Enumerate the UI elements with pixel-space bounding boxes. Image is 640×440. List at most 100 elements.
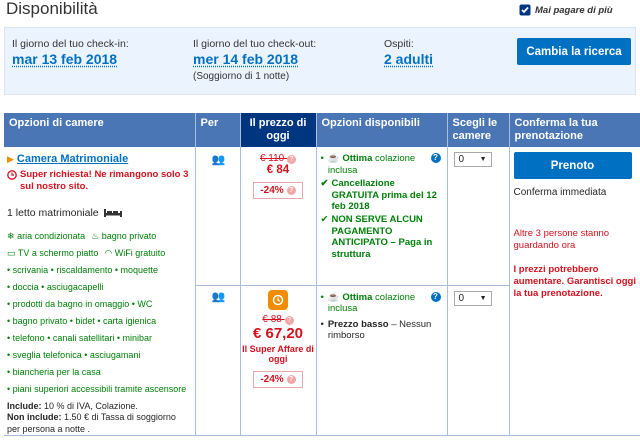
- room-select-cell: 0 ▼: [447, 285, 510, 436]
- table-row: ▶ Camera Matrimoniale Super richiesta! N…: [4, 147, 640, 436]
- tv-icon: ▭: [7, 248, 16, 259]
- col-header-room-options: Opzioni di camere: [4, 113, 196, 148]
- checkout-label: Il giorno del tuo check-out:: [193, 38, 317, 50]
- amenity-item: piani superiori accessibili tramite asce…: [12, 384, 187, 395]
- book-now-button[interactable]: Prenoto: [513, 152, 632, 180]
- amenity-item: bagno privato: [12, 316, 68, 327]
- page-title: Disponibilità: [6, 0, 98, 18]
- col-header-confirm-booking: Conferma la tua prenotazione: [509, 113, 640, 148]
- price-increase-warning: I prezzi potrebbero aumentare. Garantisc…: [513, 264, 636, 299]
- low-price-bold: Prezzo basso: [327, 318, 389, 330]
- checkin-label: Il giorno del tuo check-in:: [12, 38, 129, 50]
- room-quantity-select[interactable]: 0 ▼: [453, 290, 492, 306]
- amenity-row: • piani superiori accessibili tramite as…: [7, 381, 191, 398]
- not-include-label: Non include:: [7, 412, 62, 423]
- discount-badge: -24%?: [253, 182, 303, 200]
- smart-deal-icon: [268, 289, 288, 310]
- breakfast-rest: colazione inclusa: [327, 153, 416, 176]
- info-icon[interactable]: ?: [430, 291, 441, 302]
- room-description-cell: ▶ Camera Matrimoniale Super richiesta! N…: [4, 147, 196, 436]
- old-price-value: € 88: [262, 313, 282, 325]
- col-header-per: Per: [195, 113, 241, 148]
- include-label: Include:: [7, 401, 42, 412]
- amenity-item: sveglia telefonica: [12, 350, 82, 361]
- super-deal-label: Il Super Affare di oggi: [242, 343, 314, 365]
- bed-type: 1 letto matrimoniale: [7, 207, 99, 220]
- bullet-icon: •: [38, 282, 47, 293]
- amenity-row: • biancheria per la casa: [7, 364, 191, 381]
- options-cell: ? • ☕ Ottima colazione inclusa • Prezzo …: [316, 285, 448, 436]
- two-guests-icon: 👥: [211, 154, 226, 167]
- change-search-button[interactable]: Cambia la ricerca: [517, 38, 631, 65]
- rooms-table: Opzioni di camere Per Il prezzo di oggi …: [4, 113, 640, 436]
- never-pay-more-label: Mai pagare di più: [535, 4, 613, 16]
- facilities-row: ▭ TV a schermo piatto ◠ WiFi gratuito: [7, 245, 191, 262]
- facility-label: WiFi gratuito: [114, 248, 166, 259]
- help-icon[interactable]: ?: [287, 155, 297, 165]
- low-price-option: • Prezzo basso – Nessun rimborso: [320, 318, 432, 341]
- amenity-item: doccia: [12, 282, 39, 293]
- bullet-icon: •: [81, 350, 90, 361]
- amenity-item: moquette: [120, 265, 159, 276]
- amenity-item: riscaldamento: [56, 265, 113, 276]
- info-icon[interactable]: ?: [430, 153, 441, 164]
- amenity-row: • doccia • asciugacapelli: [7, 279, 191, 296]
- wifi-icon: ◠: [104, 248, 113, 259]
- amenity-item: carta igienica: [103, 316, 157, 327]
- col-header-choose-rooms: Scegli le camere: [447, 113, 510, 148]
- occupancy-cell: 👥: [195, 147, 241, 286]
- guests-link[interactable]: 2 adulti: [384, 51, 433, 67]
- amenity-row: • telefono • canali satellitari • miniba…: [7, 330, 191, 347]
- old-price-value: € 110: [259, 153, 285, 165]
- dropdown-arrow-icon: ▼: [479, 294, 487, 302]
- cancellation-text: Cancellazione GRATUITA prima del 12 feb …: [331, 178, 437, 212]
- price-cell: € 88 ? € 67,20 Il Super Affare di oggi -…: [240, 285, 317, 436]
- bullet-icon: •: [44, 333, 53, 344]
- clock-alert-icon: [7, 170, 17, 181]
- help-icon[interactable]: ?: [284, 315, 294, 325]
- expand-arrow-icon: ▶: [7, 153, 14, 164]
- bathtub-icon: ♨: [91, 231, 100, 242]
- help-icon[interactable]: ?: [286, 186, 296, 196]
- facility-label: aria condizionata: [17, 231, 86, 242]
- amenity-row: • bagno privato • bidet • carta igienica: [7, 313, 191, 330]
- never-pay-more-link[interactable]: Mai pagare di più: [519, 4, 613, 16]
- breakfast-rest: colazione inclusa: [327, 291, 416, 315]
- help-icon[interactable]: ?: [286, 375, 296, 385]
- facility-label: bagno privato: [101, 231, 157, 242]
- discount-badge: -24%?: [253, 371, 303, 389]
- not-includes-note: Non include: 1.50 € di Tassa di soggiorn…: [7, 412, 191, 435]
- amenity-item: minibar: [122, 333, 153, 344]
- search-summary-bar: Il giorno del tuo check-in: mar 13 feb 2…: [4, 27, 636, 95]
- checkin-date-link[interactable]: mar 13 feb 2018: [12, 51, 117, 67]
- include-text: 10 % di IVA, Colazione.: [44, 401, 138, 412]
- coffee-cup-icon: ☕: [327, 291, 340, 303]
- amenity-item: biancheria per la casa: [12, 367, 101, 378]
- stay-length-note: (Soggiorno di 1 notte): [193, 71, 290, 82]
- checkmark-badge-icon: [519, 4, 531, 16]
- col-header-available-options: Opzioni disponibili: [316, 113, 448, 148]
- select-value: 0: [458, 292, 465, 304]
- amenity-item: telefono: [12, 333, 45, 344]
- room-quantity-select[interactable]: 0 ▼: [453, 152, 492, 168]
- room-name-link[interactable]: Camera Matrimoniale: [17, 153, 128, 165]
- facility-label: TV a schermo piatto: [17, 248, 99, 259]
- confirm-cell: Prenoto Conferma immediata Altre 3 perso…: [509, 147, 640, 436]
- bullet-icon: •: [114, 333, 123, 344]
- no-prepayment-option: ✔ NON SERVE ALCUN PAGAMENTO ANTICIPATO –…: [321, 214, 443, 260]
- amenity-item: prodotti da bagno in omaggio: [12, 299, 130, 310]
- amenity-row: • sveglia telefonica • asciugamani: [7, 347, 191, 364]
- discount-value: -24%: [260, 374, 284, 386]
- col-header-price-today: Il prezzo di oggi: [240, 113, 317, 148]
- breakfast-bold: Ottima: [342, 153, 373, 165]
- price-cell: € 110 ? € 84 -24%?: [240, 147, 317, 286]
- coffee-cup-icon: ☕: [327, 153, 340, 165]
- amenity-row: • scrivania • riscaldamento • moquette: [7, 262, 191, 279]
- amenity-item: canali satellitari: [52, 333, 115, 344]
- guests-label: Ospiti:: [384, 38, 414, 50]
- options-cell: ? • ☕ Ottima colazione inclusa ✔ Cancell…: [316, 147, 448, 286]
- checkout-date-link[interactable]: mer 14 feb 2018: [193, 51, 298, 67]
- breakfast-option: • ☕ Ottima colazione inclusa: [320, 153, 416, 176]
- scarcity-alert: Super richiesta! Ne rimangono solo 3 sul…: [20, 169, 189, 193]
- amenities-list: • scrivania • riscaldamento • moquette • …: [7, 262, 191, 398]
